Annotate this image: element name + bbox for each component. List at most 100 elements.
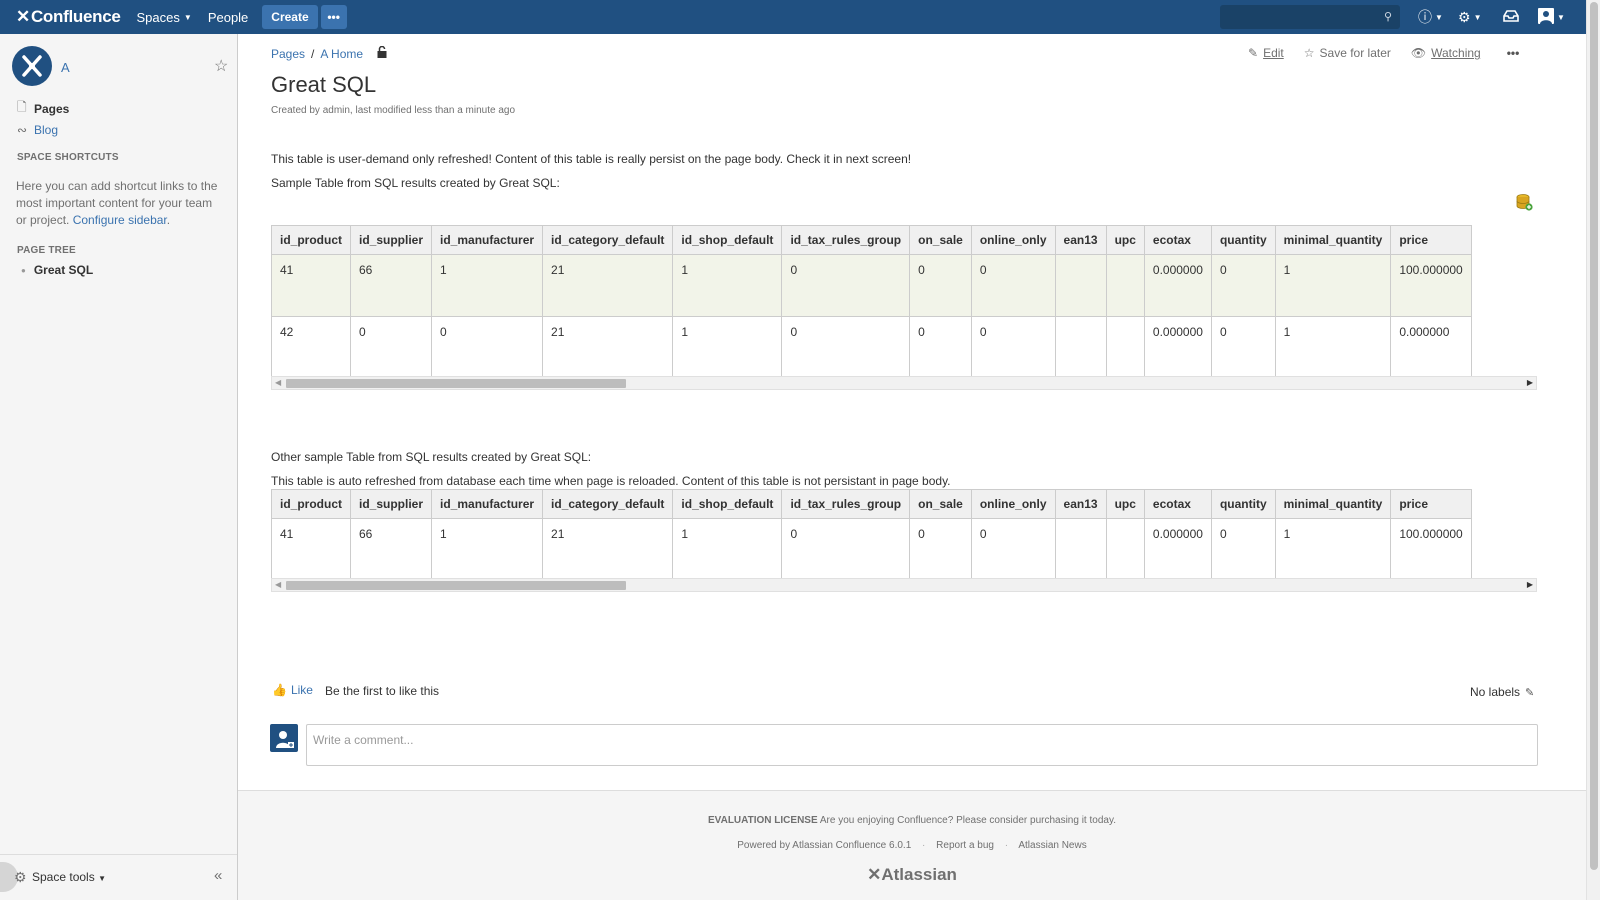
help-menu[interactable]: ⓘ ▼ (1418, 7, 1443, 27)
confluence-logo-icon: ✕ (16, 7, 30, 26)
scrollbar-thumb[interactable] (1590, 2, 1598, 870)
settings-menu[interactable]: ⚙ ▼ (1458, 7, 1481, 27)
more-actions-icon[interactable]: ••• (1507, 46, 1520, 60)
table-cell: 0 (971, 518, 1056, 581)
page-actions: ✎ Edit ☆ Save for later 👁 Watching ••• (1248, 46, 1539, 60)
space-sidebar: A ☆ 🗋 Pages ∾ Blog SPACE SHORTCUTS Here … (0, 34, 238, 900)
confluence-logo[interactable]: ✕ Confluence (16, 7, 121, 27)
configure-sidebar-link[interactable]: Configure sidebar (73, 213, 167, 227)
column-header: quantity (1211, 489, 1276, 519)
save-for-later-label: Save for later (1319, 46, 1391, 60)
table-cell (1106, 518, 1145, 581)
table-cell: 1 (672, 316, 783, 379)
collapse-sidebar-icon[interactable]: « (214, 867, 222, 884)
table-cell: 100.000000 (1390, 518, 1472, 581)
scroll-left-icon[interactable]: ◀ (275, 378, 281, 387)
table-cell: 21 (542, 316, 674, 379)
user-avatar (270, 724, 298, 752)
table-cell: 0 (350, 316, 433, 379)
table-cell: 0 (909, 254, 972, 317)
table-cell: 41 (272, 518, 351, 581)
table-cell: 0 (1211, 316, 1276, 379)
sidebar-item-label: Blog (34, 123, 59, 137)
chevron-down-icon: ▼ (183, 12, 192, 22)
space-logo[interactable] (12, 46, 52, 86)
labels-editor[interactable]: No labels ✎ (1470, 685, 1534, 699)
more-create-options-button[interactable]: ••• (320, 5, 347, 29)
table-cell: 0 (781, 316, 911, 379)
column-header: id_category_default (542, 225, 674, 255)
favourite-star-icon[interactable]: ☆ (214, 56, 228, 76)
page-tree-item-label: Great SQL (33, 263, 94, 277)
table-cell (1055, 518, 1107, 581)
table-cell: 0 (781, 518, 911, 581)
table-2-horizontal-scrollbar[interactable]: ◀ ▶ (271, 578, 1537, 592)
sql-table-1: id_product id_supplier id_manufacturer id_c… (271, 225, 1537, 379)
like-button[interactable]: 👍 Like (272, 683, 313, 697)
page-scrollbar[interactable] (1586, 0, 1600, 900)
table-cell: 0.000000 (1144, 518, 1212, 581)
create-button[interactable]: Create (262, 5, 318, 29)
table-cell: 0.000000 (1144, 316, 1212, 379)
sidebar-item-blog[interactable]: ∾ Blog (17, 123, 58, 137)
scroll-left-icon[interactable]: ◀ (275, 580, 281, 589)
column-header: id_product (272, 489, 351, 519)
inbox-icon (1503, 9, 1519, 26)
space-name-link[interactable]: A (61, 60, 70, 75)
chevron-down-icon: ▼ (1435, 12, 1443, 22)
table-cell: 21 (542, 518, 674, 581)
breadcrumb-pages-link[interactable]: Pages (271, 47, 305, 61)
scrollbar-thumb[interactable] (286, 581, 626, 590)
people-link-label: People (207, 9, 249, 25)
atlassian-logo-icon: ✕ (867, 865, 882, 884)
powered-by-text: Powered by Atlassian Confluence 6.0.1 (737, 840, 912, 851)
table-cell (1055, 316, 1107, 379)
scroll-right-icon[interactable]: ▶ (1527, 378, 1533, 387)
unlock-icon[interactable] (377, 45, 387, 61)
user-menu[interactable]: ▼ (1538, 7, 1565, 27)
chevron-down-icon: ▼ (1473, 12, 1482, 22)
table-1-horizontal-scrollbar[interactable]: ◀ ▶ (271, 376, 1537, 390)
people-link[interactable]: People (208, 10, 248, 25)
search-input[interactable]: ⚲ (1220, 5, 1400, 29)
search-icon: ⚲ (1383, 11, 1392, 23)
save-for-later-button[interactable]: ☆ Save for later (1304, 46, 1391, 60)
table-cell: 41 (272, 254, 351, 317)
gear-icon: ⚙ (1458, 8, 1471, 25)
breadcrumb-home-link[interactable]: A Home (320, 47, 363, 61)
scrollbar-thumb[interactable] (286, 379, 626, 388)
footer-separator: · (922, 840, 926, 851)
table-header-row: id_product id_supplier id_manufacturer id_c… (272, 225, 1472, 255)
eye-icon: 👁 (1410, 46, 1427, 60)
column-header: online_only (971, 225, 1056, 255)
table-row: 42 0 0 21 1 0 0 0 0.000000 0 1 0.000000 (272, 316, 1472, 379)
column-header: ean13 (1055, 225, 1107, 255)
column-header: on_sale (909, 489, 972, 519)
page-tree-item[interactable]: ● Great SQL (21, 263, 93, 277)
comment-input[interactable]: Write a comment... (306, 724, 1538, 766)
column-header: id_manufacturer (431, 225, 544, 255)
column-header: quantity (1211, 225, 1276, 255)
column-header: price (1390, 489, 1472, 519)
license-text: Are you enjoying Confluence? Please cons… (819, 815, 1116, 826)
scroll-right-icon[interactable]: ▶ (1527, 580, 1533, 589)
watching-button[interactable]: 👁 Watching (1411, 46, 1481, 60)
atlassian-logo[interactable]: ✕Atlassian (238, 865, 1586, 885)
space-shortcuts-hint: Here you can add shortcut links to the m… (16, 178, 226, 229)
table-cell: 42 (272, 316, 351, 379)
sidebar-item-pages[interactable]: 🗋 Pages (17, 98, 69, 119)
spaces-menu[interactable]: Spaces ▼ (137, 10, 192, 25)
space-tools-menu[interactable]: Space tools ▼ (32, 870, 106, 884)
table-cell: 0.000000 (1390, 316, 1472, 379)
atlassian-logo-text: Atlassian (881, 865, 957, 884)
sidebar-item-label: Pages (34, 101, 70, 116)
atlassian-news-link[interactable]: Atlassian News (1018, 840, 1086, 851)
database-refresh-icon[interactable] (1515, 193, 1533, 211)
table-cell: 0 (909, 518, 972, 581)
space-tools-label: Space tools (32, 870, 95, 884)
notifications-button[interactable] (1503, 7, 1519, 27)
report-bug-link[interactable]: Report a bug (936, 840, 994, 851)
table-cell: 0 (1211, 254, 1276, 317)
column-header: id_shop_default (672, 489, 783, 519)
edit-button[interactable]: ✎ Edit (1248, 46, 1284, 60)
